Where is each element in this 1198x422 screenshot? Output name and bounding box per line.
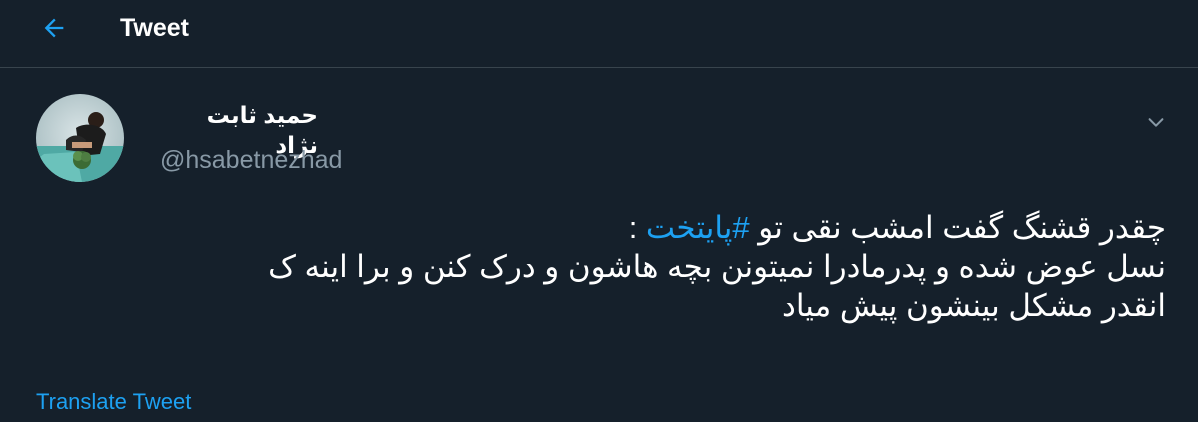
- back-button[interactable]: [36, 10, 72, 46]
- arrow-left-icon: [44, 18, 64, 38]
- author-handle[interactable]: @hsabetnezhad: [160, 144, 342, 176]
- top-bar: Tweet: [0, 0, 1198, 68]
- avatar[interactable]: [36, 94, 124, 182]
- chevron-down-icon: [1148, 118, 1164, 127]
- profile-photo: [36, 94, 124, 182]
- tweet-line-2: نسل عوض شده و پدرمادرا نمیتونن بچه هاشون…: [268, 249, 1166, 284]
- tweet-menu-button[interactable]: [1140, 106, 1172, 138]
- tweet-text: چقدر قشنگ گفت امشب نقی تو #پایتخت : نسل ع…: [60, 208, 1166, 325]
- translate-tweet-link[interactable]: Translate Tweet: [36, 388, 191, 416]
- tweet-line-1: چقدر قشنگ گفت امشب نقی تو #پایتخت :: [60, 208, 1166, 247]
- tweet-text-segment: :: [628, 210, 646, 245]
- page-title: Tweet: [120, 14, 189, 42]
- tweet-line-3: انقدر مشکل بینشون پیش میاد: [782, 288, 1166, 323]
- tweet-text-segment: چقدر قشنگ گفت امشب نقی تو: [749, 210, 1166, 245]
- hashtag-link[interactable]: #پایتخت: [646, 210, 750, 245]
